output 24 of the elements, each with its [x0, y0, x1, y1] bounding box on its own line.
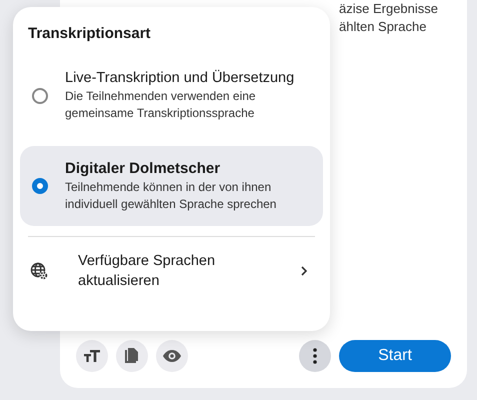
description-text: ählten Sprache — [339, 18, 428, 36]
option-label: Live-Transkription und Übersetzung — [65, 70, 296, 86]
description-text: äzise Ergebnisse — [339, 0, 439, 18]
copy-icon — [123, 347, 141, 365]
chevron-right-icon — [300, 265, 308, 277]
option-label: Digitaler Dolmetscher — [65, 160, 222, 176]
text-size-icon — [83, 347, 101, 365]
option-item[interactable]: Live-Transkription und Übersetzung Die Teilnehmenden verwenden eine gemeinsame Transkriptionssprache — [20, 56, 323, 136]
option-item[interactable]: Digitaler Dolmetscher Teilnehmende können in der von ihnen individuell gewählten Sprache sprechen — [20, 146, 323, 226]
start-button[interactable]: Start — [339, 340, 451, 372]
globe-gear-icon — [30, 262, 48, 280]
copy-button[interactable] — [116, 340, 148, 372]
popup-title: Transkriptionsart — [27, 25, 152, 42]
text-size-button[interactable] — [76, 340, 108, 372]
menu-label: Verfügbare Sprachen aktualisieren — [78, 252, 216, 291]
option-description: Teilnehmende können in der von ihnen individuell gewählten Sprache sprechen — [65, 178, 278, 212]
eye-icon — [162, 349, 182, 363]
option-description: Die Teilnehmenden verwenden eine gemeinsame Transkriptionssprache — [65, 88, 257, 122]
view-button[interactable] — [156, 340, 188, 372]
radio-button[interactable] — [32, 88, 48, 104]
more-icon — [313, 348, 317, 364]
radio-button[interactable] — [32, 178, 48, 194]
more-button[interactable] — [299, 340, 331, 372]
menu-item[interactable]: Verfügbare Sprachen aktualisieren — [20, 251, 323, 291]
